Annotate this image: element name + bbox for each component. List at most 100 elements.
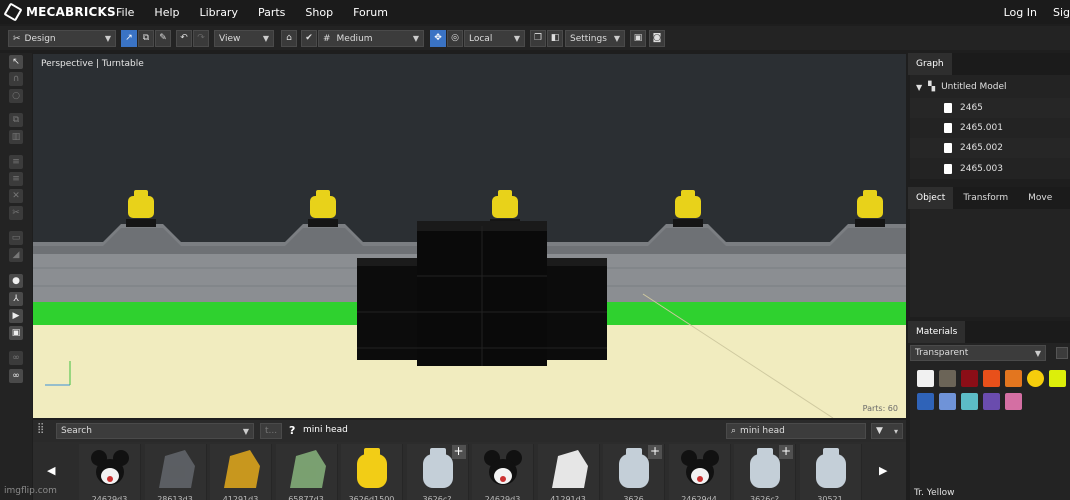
- part-thumbnail[interactable]: 65877d3: [275, 444, 338, 500]
- part-thumbnail[interactable]: 24629d4: [668, 444, 731, 500]
- menu-shop[interactable]: Shop: [305, 6, 333, 19]
- cube-button[interactable]: ◧: [547, 30, 563, 47]
- save-button[interactable]: ▣: [630, 30, 646, 47]
- record-icon[interactable]: ▣: [9, 326, 23, 340]
- part-image: [551, 450, 588, 488]
- camera-button[interactable]: ◙: [649, 30, 665, 47]
- menu-parts[interactable]: Parts: [258, 6, 285, 19]
- copy-tool-button[interactable]: ⧉: [138, 30, 154, 47]
- filter-text-box[interactable]: t...: [260, 423, 282, 439]
- flat-icon[interactable]: ▭: [9, 231, 23, 245]
- circle-tool-icon[interactable]: ○: [9, 89, 23, 103]
- snap-check-button[interactable]: ✔: [301, 30, 317, 47]
- paint-tool-button[interactable]: ✎: [155, 30, 171, 47]
- part-image: [357, 448, 387, 488]
- material-swatch[interactable]: [983, 393, 1000, 410]
- add-part-icon[interactable]: +: [648, 445, 662, 459]
- menu-file[interactable]: File: [116, 6, 134, 19]
- menu-library[interactable]: Library: [200, 6, 238, 19]
- part-thumbnail[interactable]: 3626d1500: [341, 444, 403, 500]
- tree-item[interactable]: 2465.003: [910, 159, 1070, 179]
- signup-link[interactable]: Sig: [1053, 6, 1070, 19]
- view-label: View: [219, 33, 241, 44]
- part-thumbnail[interactable]: 24629d3: [79, 444, 141, 500]
- brand-logo[interactable]: MECABRICKS: [3, 2, 116, 22]
- align-center-icon[interactable]: ≡: [9, 172, 23, 186]
- part-code: 41291d3: [550, 495, 586, 500]
- part-thumbnail[interactable]: 3626c? +: [406, 444, 469, 500]
- magnet-tool-icon[interactable]: ∩: [9, 72, 23, 86]
- part-thumbnail[interactable]: 30521: [799, 444, 862, 500]
- menu-forum[interactable]: Forum: [353, 6, 388, 19]
- material-swatch[interactable]: [917, 393, 934, 410]
- mirror-icon[interactable]: ✕: [9, 189, 23, 203]
- binoculars-icon[interactable]: ∞: [9, 369, 23, 383]
- part-thumbnail[interactable]: 3626c? +: [734, 444, 796, 500]
- material-swatch[interactable]: [939, 393, 956, 410]
- slope-icon[interactable]: ◢: [9, 248, 23, 262]
- part-thumbnail[interactable]: 24629d3: [472, 444, 534, 500]
- select-tool-button[interactable]: ↗: [121, 30, 137, 47]
- scissors-icon[interactable]: ✂: [9, 206, 23, 220]
- layers-button[interactable]: ❐: [530, 30, 546, 47]
- expand-icon[interactable]: ▼: [916, 83, 922, 92]
- search-icon: ⌕: [731, 426, 737, 436]
- material-swatch[interactable]: [1005, 370, 1022, 387]
- scroll-left-icon[interactable]: ◀: [47, 464, 55, 477]
- undo-button[interactable]: ↶: [176, 30, 192, 47]
- menu-help[interactable]: Help: [154, 6, 179, 19]
- tab-materials[interactable]: Materials: [908, 321, 966, 343]
- video-icon[interactable]: ▶: [9, 309, 23, 323]
- bulb-icon[interactable]: ●: [9, 274, 23, 288]
- pointer-tool-icon[interactable]: ↖: [9, 55, 23, 69]
- rotate-gizmo-button[interactable]: ◎: [447, 30, 463, 47]
- tab-move[interactable]: Move: [1018, 187, 1062, 209]
- quality-dropdown[interactable]: # Medium ▼: [318, 30, 424, 47]
- material-swatch[interactable]: [1005, 393, 1022, 410]
- material-type-dropdown[interactable]: Transparent ▼: [910, 345, 1046, 361]
- material-toggle-checkbox[interactable]: [1056, 347, 1068, 359]
- delete-tool-icon[interactable]: ▥: [9, 130, 23, 144]
- tree-root[interactable]: ▼ ▚ Untitled Model: [910, 77, 1070, 97]
- part-thumbnail[interactable]: 3626 +: [603, 444, 665, 500]
- add-part-icon[interactable]: +: [451, 445, 466, 459]
- login-link[interactable]: Log In: [1004, 6, 1037, 19]
- part-code: 24629d3: [91, 495, 128, 500]
- material-swatch[interactable]: [961, 370, 978, 387]
- align-left-icon[interactable]: ≡: [9, 155, 23, 169]
- move-gizmo-button[interactable]: ✥: [430, 30, 446, 47]
- mode-dropdown[interactable]: ✂ Design ▼: [8, 30, 116, 47]
- material-swatch[interactable]: [1027, 370, 1044, 387]
- redo-button[interactable]: ↷: [193, 30, 209, 47]
- parts-search-input[interactable]: ⌕ mini head: [726, 423, 866, 439]
- link-icon[interactable]: ∞: [9, 351, 23, 365]
- grid-dots-icon[interactable]: ⣿: [37, 423, 53, 439]
- settings-dropdown[interactable]: Settings ▼: [565, 30, 625, 47]
- help-icon[interactable]: ?: [289, 424, 295, 437]
- view-dropdown[interactable]: View ▼: [214, 30, 274, 47]
- add-part-icon[interactable]: +: [779, 445, 793, 459]
- clone-tool-icon[interactable]: ⧉: [9, 113, 23, 127]
- part-thumbnail[interactable]: 41291d3: [210, 444, 272, 500]
- material-swatch[interactable]: [917, 370, 934, 387]
- search-category-dropdown[interactable]: Search ▼: [56, 423, 254, 439]
- material-swatch[interactable]: [961, 393, 978, 410]
- filter-dropdown[interactable]: ▼ ▾: [871, 423, 903, 439]
- tree-item[interactable]: 2465.002: [910, 138, 1070, 158]
- tree-item[interactable]: 2465.001: [910, 118, 1070, 138]
- tree-item[interactable]: 2465: [910, 98, 1070, 118]
- space-dropdown[interactable]: Local ▼: [464, 30, 525, 47]
- material-swatch[interactable]: [983, 370, 1000, 387]
- viewport-camera-label[interactable]: Perspective | Turntable: [41, 59, 144, 69]
- part-thumbnail[interactable]: 28613d3: [144, 444, 207, 500]
- material-swatch[interactable]: [1049, 370, 1066, 387]
- tab-graph[interactable]: Graph: [908, 53, 952, 75]
- grid-view-button[interactable]: ⌂: [281, 30, 297, 47]
- tab-transform[interactable]: Transform: [953, 187, 1018, 209]
- axes-icon[interactable]: ⅄: [9, 292, 23, 306]
- 3d-viewport[interactable]: Perspective | Turntable Parts: 60: [33, 54, 906, 418]
- part-thumbnail[interactable]: 41291d3: [537, 444, 600, 500]
- scroll-right-icon[interactable]: ▶: [879, 464, 887, 477]
- tab-object[interactable]: Object: [908, 187, 954, 209]
- material-swatch[interactable]: [939, 370, 956, 387]
